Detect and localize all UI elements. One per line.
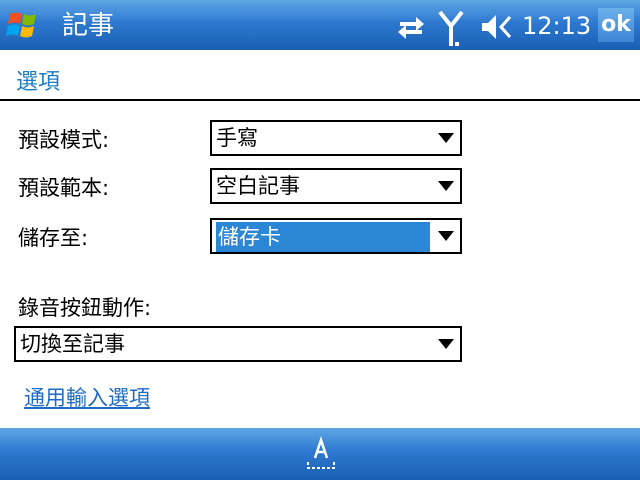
- default-template-select[interactable]: 空白記事: [210, 168, 462, 204]
- chevron-down-icon[interactable]: [438, 231, 454, 241]
- app-title: 記事: [62, 11, 115, 41]
- record-button-action-label: 錄音按鈕動作:: [18, 296, 152, 320]
- default-template-value: 空白記事: [216, 174, 300, 198]
- record-button-action-select[interactable]: 切換至記事: [14, 326, 462, 362]
- default-mode-label: 預設模式:: [18, 128, 110, 152]
- default-mode-select[interactable]: 手寫: [210, 120, 462, 156]
- chevron-down-icon[interactable]: [438, 181, 454, 191]
- default-template-label: 預設範本:: [18, 176, 110, 200]
- signal-icon[interactable]: [438, 10, 464, 52]
- save-to-value: 儲存卡: [216, 222, 430, 252]
- global-input-options-link[interactable]: 通用輸入選項: [24, 384, 150, 412]
- volume-icon[interactable]: [480, 12, 516, 46]
- clock[interactable]: 12:13: [522, 10, 591, 42]
- save-to-label: 儲存至:: [18, 226, 89, 250]
- title-bar: 記事 12:13 ok: [0, 0, 640, 50]
- input-panel-button[interactable]: [306, 436, 336, 472]
- ok-button[interactable]: ok: [598, 8, 634, 42]
- chevron-down-icon[interactable]: [438, 133, 454, 143]
- windows-start-icon: [6, 12, 36, 38]
- start-button[interactable]: [4, 8, 44, 44]
- record-button-action-value: 切換至記事: [20, 332, 125, 356]
- bottom-bar: [0, 428, 640, 480]
- header-divider: [0, 99, 640, 101]
- page-title: 選項: [16, 70, 61, 95]
- chevron-down-icon[interactable]: [438, 339, 454, 349]
- default-mode-value: 手寫: [216, 126, 258, 150]
- connectivity-icon[interactable]: [396, 12, 426, 46]
- save-to-select[interactable]: 儲存卡: [210, 218, 462, 254]
- input-panel-icon: [307, 436, 335, 469]
